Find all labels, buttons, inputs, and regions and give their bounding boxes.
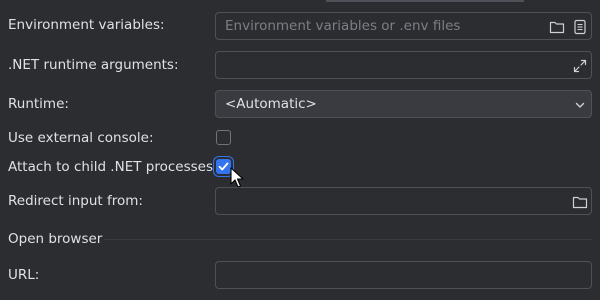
env-vars-input[interactable] (216, 13, 545, 39)
scroll-edge-divider (326, 0, 524, 2)
redirect-input-field[interactable] (215, 187, 592, 215)
folder-icon[interactable] (549, 19, 565, 35)
url-label: URL: (8, 267, 40, 283)
folder-icon[interactable] (572, 194, 588, 210)
runtime-args-input[interactable] (216, 52, 545, 78)
checkmark-icon (218, 162, 229, 171)
mouse-pointer-icon (230, 167, 244, 188)
chevron-down-icon[interactable] (572, 97, 588, 113)
external-console-label: Use external console: (8, 130, 154, 146)
env-vars-field[interactable] (215, 12, 592, 40)
runtime-label: Runtime: (8, 96, 69, 112)
document-icon[interactable] (572, 19, 588, 35)
redirect-input-label: Redirect input from: (8, 193, 143, 209)
external-console-checkbox[interactable] (216, 130, 231, 145)
env-vars-label: Environment variables: (8, 17, 165, 33)
runtime-selected-value: <Automatic> (225, 96, 317, 112)
open-browser-section-title: Open browser (8, 231, 103, 247)
section-divider (104, 239, 592, 240)
runtime-select[interactable]: <Automatic> (215, 90, 592, 118)
run-configuration-panel: Environment variables: .NET runtime argu… (0, 0, 600, 300)
attach-child-checkbox[interactable] (216, 159, 231, 174)
runtime-args-label: .NET runtime arguments: (8, 57, 179, 73)
redirect-input-input[interactable] (216, 188, 545, 214)
url-input[interactable] (216, 262, 545, 288)
attach-child-label: Attach to child .NET processes: (8, 159, 218, 175)
runtime-args-field[interactable] (215, 51, 592, 79)
expand-icon[interactable] (572, 58, 588, 74)
url-field[interactable] (215, 261, 592, 289)
